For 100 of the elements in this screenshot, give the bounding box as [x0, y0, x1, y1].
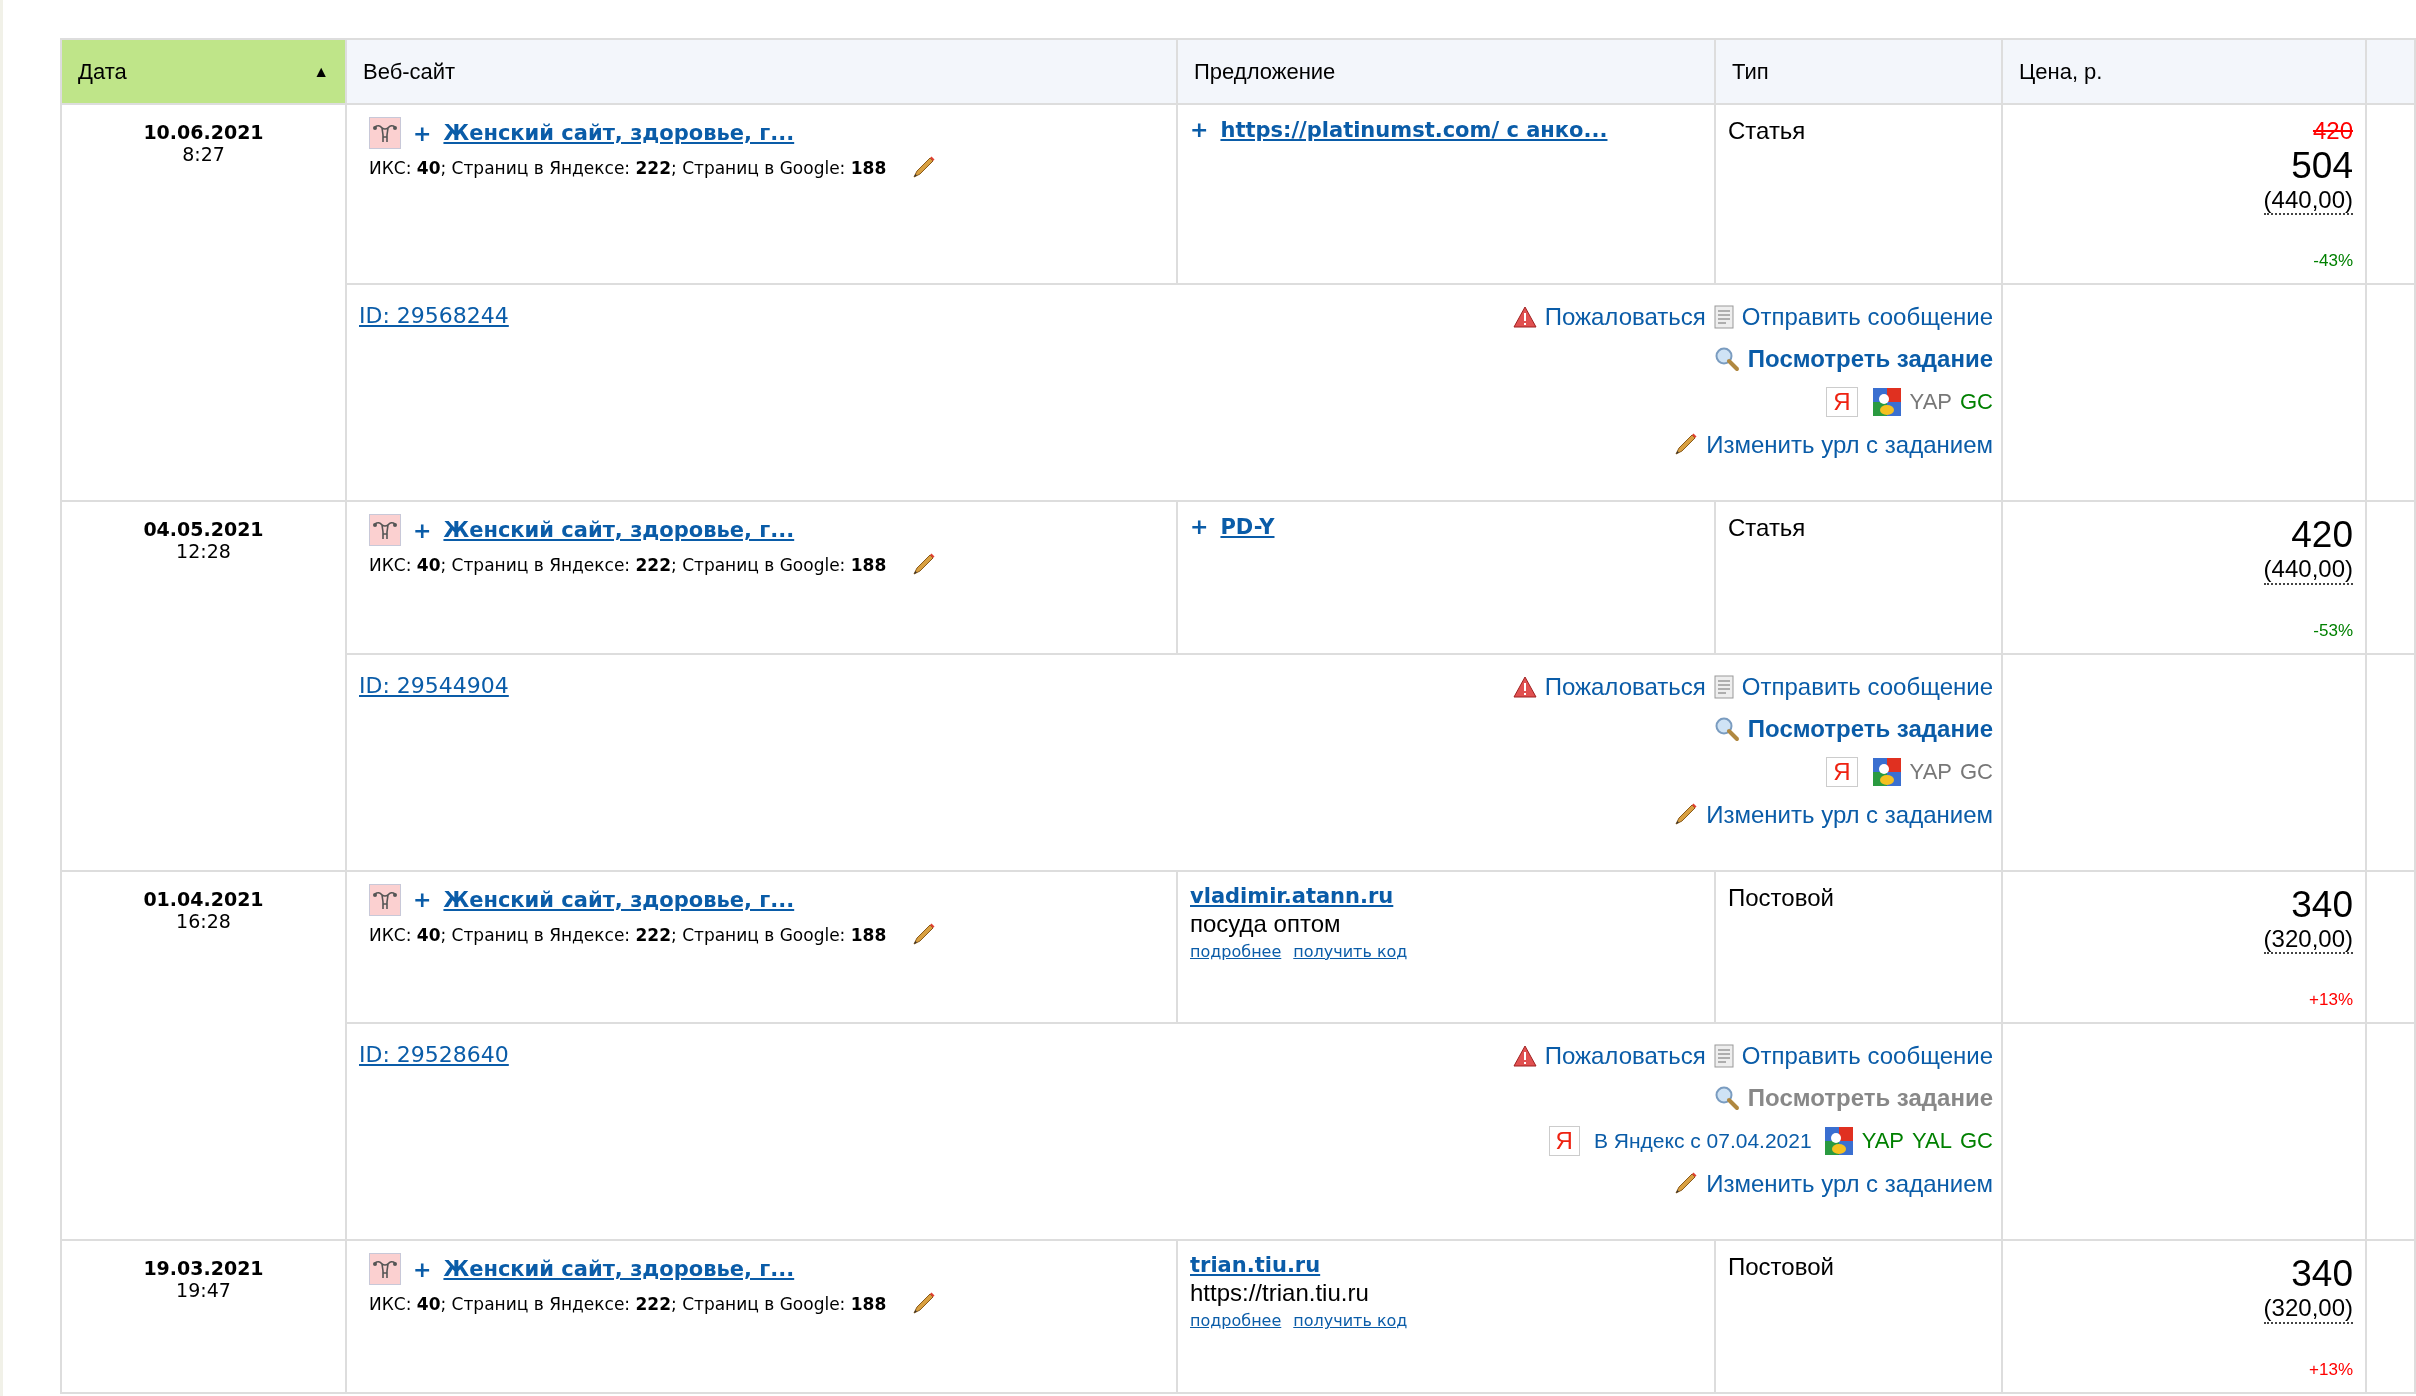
column-header[interactable]: Дата ▲ [62, 40, 347, 105]
view-task-link[interactable]: Посмотреть задание [1747, 345, 1993, 374]
type-text: Статья [1728, 117, 1806, 144]
status-code: GC [1960, 758, 1993, 785]
complain-link[interactable]: Пожаловаться [1544, 672, 1706, 701]
date-text: 10.06.2021 [142, 121, 265, 143]
price-text: 340 [2291, 883, 2353, 926]
pencil-icon[interactable] [910, 921, 937, 948]
status-code: YAL [1912, 1128, 1952, 1155]
site-stats: ИКС: 40; Страниц в Яндексе: 222; Страниц в Google: 188 [369, 158, 887, 178]
status-code: YAP [1909, 389, 1952, 416]
get-code-link[interactable]: получить код [1293, 941, 1408, 961]
complain-link[interactable]: Пожаловаться [1544, 303, 1706, 332]
uterus-icon [369, 1253, 401, 1286]
warning-icon [1512, 675, 1537, 698]
site-stats: ИКС: 40; Страниц в Яндексе: 222; Страниц в Google: 188 [369, 1294, 887, 1315]
site-link[interactable]: Женский сайт, здоровье, г... [443, 1257, 795, 1282]
type-text: Постовой [1728, 883, 1834, 911]
search-icon [1713, 346, 1740, 373]
offer-link[interactable]: https://platinumst.com/ с анко... [1220, 117, 1608, 142]
offer-link[interactable]: vladimir.atann.ru [1190, 883, 1394, 908]
sort-arrow[interactable]: ▲ [313, 62, 329, 81]
base-price: (440,00) [2263, 556, 2353, 585]
search-icon [1713, 1085, 1740, 1112]
site-link[interactable]: Женский сайт, здоровье, г... [443, 121, 795, 145]
date-text: 04.05.2021 [142, 518, 265, 541]
document-icon [1713, 674, 1734, 699]
pencil-icon[interactable] [910, 155, 937, 181]
expand-toggle[interactable]: + [1190, 514, 1209, 540]
id-link[interactable]: ID: 29544904 [359, 672, 509, 698]
base-price: (320,00) [2263, 1295, 2353, 1324]
edit-url-link[interactable]: Изменить урл с заданием [1706, 431, 1993, 460]
expand-toggle[interactable]: + [1190, 117, 1209, 142]
site-stats: ИКС: 40; Страниц в Яндексе: 222; Страниц в Google: 188 [369, 555, 887, 576]
send-message-link[interactable]: Отправить сообщение [1741, 672, 1993, 701]
expand-toggle[interactable]: + [413, 517, 432, 543]
price-change: -53% [2313, 619, 2353, 641]
view-task-link[interactable]: Посмотреть задание [1747, 1084, 1993, 1113]
old-price: 420 [2312, 117, 2353, 145]
edit-url-link[interactable]: Изменить урл с заданием [1706, 1170, 1993, 1199]
column-header[interactable]: Веб-сайт [347, 40, 1178, 105]
offer-link[interactable]: PD-Y [1220, 514, 1275, 539]
status-code: YAP [1861, 1128, 1905, 1155]
base-price: (440,00) [2263, 187, 2353, 216]
column-header[interactable]: Тип [1716, 40, 2003, 105]
document-icon [1713, 305, 1734, 330]
site-stats: ИКС: 40; Страниц в Яндексе: 222; Страниц в Google: 188 [369, 924, 887, 945]
column-header[interactable]: Предложение [1178, 40, 1716, 105]
get-code-link[interactable]: получить код [1293, 1311, 1408, 1331]
id-link[interactable]: ID: 29568244 [359, 303, 509, 329]
base-price: (320,00) [2263, 925, 2353, 955]
google-icon [1871, 756, 1902, 787]
uterus-icon [369, 117, 401, 149]
price-text: 340 [2291, 1253, 2353, 1296]
yandex-badge: Я [1548, 1126, 1580, 1157]
offer-description: посуда оптом [1190, 909, 1342, 938]
price-text: 504 [2291, 145, 2353, 187]
details-link[interactable]: подробнее [1190, 941, 1282, 961]
status-code: GC [1960, 389, 1993, 416]
offer-description: https://trian.tiu.ru [1190, 1279, 1370, 1308]
expand-toggle[interactable]: + [413, 887, 432, 913]
yandex-index-text: В Яндекс с 07.04.2021 [1593, 1129, 1812, 1154]
type-text: Статья [1728, 514, 1806, 542]
send-message-link[interactable]: Отправить сообщение [1741, 303, 1993, 332]
pencil-icon[interactable] [1672, 801, 1699, 828]
time-text: 19:47 [176, 1279, 231, 1302]
google-icon [1871, 387, 1902, 418]
type-text: Постовой [1728, 1253, 1834, 1281]
warning-icon [1512, 1045, 1537, 1068]
status-code: GC [1960, 1128, 1993, 1155]
uterus-icon [369, 514, 401, 547]
complain-link[interactable]: Пожаловаться [1544, 1042, 1706, 1071]
date-text: 19.03.2021 [142, 1257, 265, 1280]
warning-icon [1512, 306, 1537, 329]
search-icon [1713, 715, 1740, 742]
expand-toggle[interactable]: + [413, 120, 432, 146]
id-link[interactable]: ID: 29528640 [359, 1042, 509, 1068]
yandex-badge: Я [1826, 387, 1858, 418]
date-text: 01.04.2021 [142, 887, 265, 910]
status-code: YAP [1909, 758, 1952, 785]
google-icon [1823, 1126, 1854, 1157]
site-link[interactable]: Женский сайт, здоровье, г... [443, 887, 795, 912]
time-text: 8:27 [182, 143, 225, 165]
price-change: -43% [2313, 250, 2353, 272]
document-icon [1713, 1044, 1734, 1069]
time-text: 12:28 [176, 540, 231, 563]
time-text: 16:28 [176, 909, 231, 932]
site-link[interactable]: Женский сайт, здоровье, г... [443, 518, 795, 543]
price-change: +13% [2309, 1358, 2353, 1380]
uterus-icon [369, 883, 401, 916]
expand-toggle[interactable]: + [413, 1256, 432, 1282]
details-link[interactable]: подробнее [1190, 1311, 1282, 1331]
price-change: +13% [2309, 989, 2353, 1011]
price-text: 420 [2291, 514, 2353, 557]
yandex-badge: Я [1826, 756, 1858, 787]
offer-link[interactable]: trian.tiu.ru [1190, 1253, 1321, 1278]
view-task-link[interactable]: Посмотреть задание [1747, 714, 1993, 743]
column-header[interactable]: Цена, р. [2003, 40, 2367, 105]
send-message-link[interactable]: Отправить сообщение [1741, 1042, 1993, 1071]
edit-url-link[interactable]: Изменить урл с заданием [1706, 800, 1993, 829]
